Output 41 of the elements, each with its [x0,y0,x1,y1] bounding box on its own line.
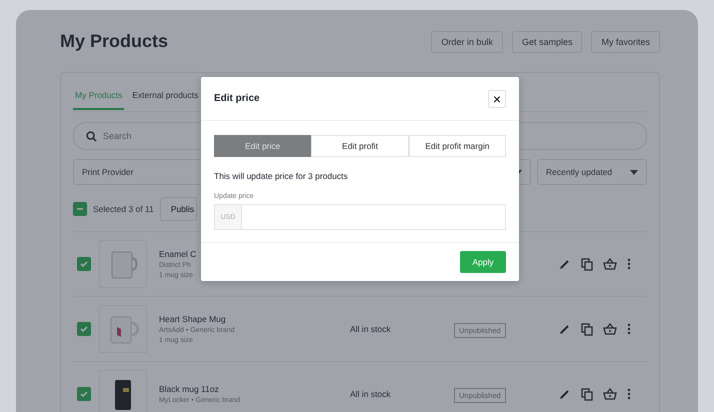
check-icon [79,389,89,399]
pencil-icon[interactable] [559,323,571,335]
basket-icon[interactable] [603,258,617,270]
pencil-icon[interactable] [559,258,571,270]
mode-tab[interactable]: Edit price [214,135,312,157]
mode-tab[interactable]: Edit profit [311,135,409,157]
select-all-checkbox[interactable] [73,202,87,216]
publish-button[interactable]: Publis [160,197,197,221]
more-icon[interactable] [627,323,631,335]
dialog-message: This will update price for 3 products [214,171,349,181]
page-title: My Products [60,30,168,52]
close-button[interactable]: × [488,90,506,108]
mode-tab[interactable]: Edit profit margin [408,135,506,157]
sort-select[interactable]: Recently updated [537,159,647,185]
row-checkbox[interactable] [77,387,91,401]
selection-count: Selected 3 of 11 [93,204,154,214]
search-icon [86,130,97,142]
row-checkbox[interactable] [77,257,91,271]
header-button[interactable]: Get samples [512,31,582,53]
row-checkbox[interactable] [77,322,91,336]
apply-button[interactable]: Apply [460,251,506,273]
pencil-icon[interactable] [559,388,571,400]
stock-status: All in stock [350,389,391,399]
product-name[interactable]: Black mug 11oz [159,384,350,394]
more-icon[interactable] [627,388,631,400]
product-name[interactable]: Heart Shape Mug [159,314,350,324]
search-placeholder: Search [103,131,132,141]
copy-icon[interactable] [581,322,593,336]
stock-status: All in stock [350,324,391,334]
dialog-title: Edit price [214,93,260,104]
header-button[interactable]: Order in bulk [431,31,503,53]
caret-icon [630,170,638,174]
tab[interactable]: External products [130,82,200,110]
copy-icon[interactable] [581,388,593,400]
check-icon [79,324,89,334]
copy-icon[interactable] [581,258,593,270]
header-button[interactable]: My favorites [591,31,660,53]
basket-icon[interactable] [603,388,617,400]
check-icon [79,259,89,269]
basket-icon[interactable] [603,323,617,335]
more-icon[interactable] [627,258,631,270]
